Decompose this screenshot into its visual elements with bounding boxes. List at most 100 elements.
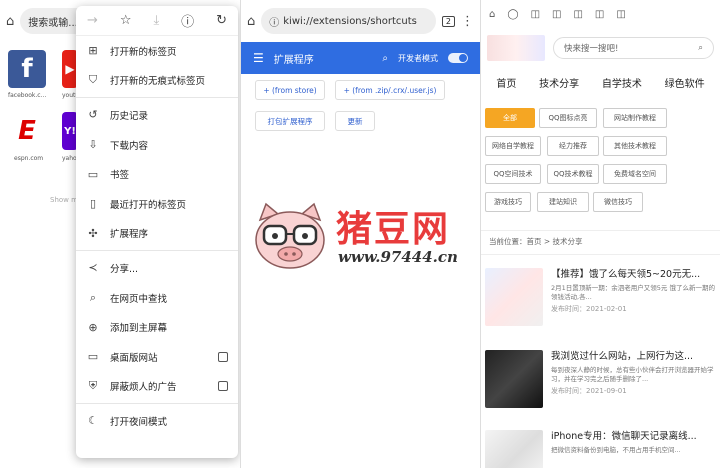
- download-icon: ⇩: [88, 138, 98, 152]
- info-icon[interactable]: ⓘ: [181, 11, 194, 30]
- menu-item[interactable]: ▯ 最近打开的标签页: [76, 189, 238, 219]
- checkbox[interactable]: [218, 351, 228, 362]
- tab-strip: ⌂ ◯ ◫ ◫ ◫ ◫ ◫: [481, 0, 720, 28]
- tag-chip[interactable]: 网络自学教程: [485, 136, 541, 156]
- button-label: + (from .zip/.crx/.user.js): [343, 85, 437, 95]
- yahoo-icon: Y!: [64, 125, 76, 137]
- url-bar[interactable]: ⓘ kiwi://extensions/shortcuts: [261, 8, 436, 34]
- refresh-icon[interactable]: ↻: [216, 13, 227, 28]
- menu-item[interactable]: ✣ 扩展程序: [76, 219, 238, 249]
- plus-box-icon: ⊞: [88, 44, 98, 58]
- top-bar: ⌂ ⓘ kiwi://extensions/shortcuts 2 ⋮: [241, 0, 480, 42]
- search-icon[interactable]: ⌕: [698, 43, 703, 53]
- tag-chip[interactable]: 经力推荐: [547, 136, 599, 156]
- tab-icon[interactable]: ◫: [616, 9, 625, 20]
- article-item[interactable]: 【推荐】饿了么每天领5~20元无... 2月1日置顶新一期：余泗老用户又领5元 饿…: [485, 268, 717, 326]
- home-icon[interactable]: ⌂: [489, 9, 495, 20]
- article-title[interactable]: iPhone专用：微信聊天记录离线...: [551, 430, 697, 444]
- menu-item[interactable]: ⛨ 屏蔽烦人的广告: [76, 372, 238, 402]
- menu-item[interactable]: ⇩ 下载内容: [76, 130, 238, 160]
- tab-count-button[interactable]: 2: [441, 15, 455, 27]
- update-button[interactable]: 更新: [335, 111, 375, 131]
- checkbox[interactable]: [218, 381, 228, 392]
- home-icon[interactable]: ⌂: [247, 15, 255, 28]
- menu-item[interactable]: ⌕ 在网页中查找: [76, 283, 238, 313]
- menu-item[interactable]: ⊞ 打开新的标签页: [76, 36, 238, 66]
- site-search-input[interactable]: 快来搜一搜吧! ⌕: [553, 37, 714, 59]
- menu-item[interactable]: ≺ 分享...: [76, 253, 238, 283]
- star-icon[interactable]: ☆: [120, 13, 132, 28]
- nav-item[interactable]: 绿色软件: [665, 75, 705, 90]
- article-text: 我浏览过什么网站，上网行为这... 每到夜深人静的时候，总有些小伙伴会打开浏览器开…: [551, 350, 717, 408]
- tab-icon[interactable]: ◯: [507, 9, 518, 20]
- add-home-icon: ⊕: [88, 320, 98, 334]
- tag-chip[interactable]: 免费域名空间: [603, 164, 667, 184]
- article-desc: 2月1日置顶新一期：余泗老用户又领5元 饿了么新一期的领钱活动,各...: [551, 284, 715, 301]
- nav-item[interactable]: 自学技术: [602, 75, 642, 90]
- button-label: 打包扩展程序: [267, 116, 313, 126]
- tile-label: facebook.c...: [8, 92, 47, 99]
- hamburger-icon[interactable]: ☰: [253, 51, 264, 65]
- article-thumbnail[interactable]: [485, 430, 543, 468]
- tag-chip[interactable]: 游戏技巧: [485, 192, 531, 212]
- tile-facebook[interactable]: f: [8, 50, 46, 88]
- share-icon: ≺: [88, 261, 98, 275]
- download-page-icon[interactable]: ⤓: [153, 13, 159, 28]
- tag-chip[interactable]: 其他技术教程: [603, 136, 667, 156]
- more-vert-icon[interactable]: ⋮: [461, 15, 474, 28]
- site-nav: 首页 技术分享 自学技术 绿色软件: [481, 68, 720, 96]
- article-thumbnail[interactable]: [485, 268, 543, 326]
- dev-mode-toggle[interactable]: [448, 53, 468, 63]
- menu-items: ⊞ 打开新的标签页 ⛉ 打开新的无痕式标签页 ↺ 历史记录 ⇩ 下载内容 ▭ 书签 ▯ 最近打开的标签…: [76, 36, 238, 436]
- tag-chip[interactable]: QQ图标点亮: [539, 108, 597, 128]
- tab-icon[interactable]: ◫: [595, 9, 604, 20]
- menu-item-label: 在网页中查找: [110, 293, 168, 305]
- watermark-url: www.97444.cn: [338, 248, 458, 266]
- moon-icon: ☾: [88, 414, 98, 428]
- site-logo: [487, 35, 545, 61]
- tag-chip[interactable]: 微信技巧: [593, 192, 643, 212]
- search-placeholder: 快来搜一搜吧!: [564, 44, 619, 54]
- url-text: kiwi://extensions/shortcuts: [283, 15, 417, 27]
- menu-item-label: 打开新的无痕式标签页: [110, 76, 206, 88]
- tab-icon[interactable]: ◫: [552, 9, 561, 20]
- tag-chip[interactable]: 建站知识: [537, 192, 589, 212]
- menu-item[interactable]: ⛉ 打开新的无痕式标签页: [76, 66, 238, 96]
- forward-icon[interactable]: →: [87, 13, 98, 28]
- tag-chip[interactable]: 全部: [485, 108, 535, 128]
- youtube-icon: ▶: [65, 62, 75, 76]
- nav-item[interactable]: 首页: [496, 75, 516, 90]
- menu-item-label: 下载内容: [110, 140, 149, 152]
- menu-item[interactable]: ▭ 桌面版网站: [76, 342, 238, 372]
- tile-espn[interactable]: E: [8, 112, 46, 150]
- article-thumbnail[interactable]: [485, 350, 543, 408]
- menu-item[interactable]: ↺ 历史记录: [76, 100, 238, 130]
- pig-logo-icon: [255, 202, 325, 269]
- tab-icon[interactable]: ◫: [573, 9, 582, 20]
- article-text: iPhone专用：微信聊天记录离线... 把微信资料备份到电脑，不用占用手机空间.…: [551, 430, 697, 468]
- article-title[interactable]: 我浏览过什么网站，上网行为这...: [551, 350, 717, 364]
- menu-item-label: 屏蔽烦人的广告: [110, 382, 177, 394]
- menu-item[interactable]: ⊕ 添加到主屏幕: [76, 312, 238, 342]
- menu-separator: [76, 97, 238, 99]
- article-item[interactable]: iPhone专用：微信聊天记录离线... 把微信资料备份到电脑，不用占用手机空间.…: [485, 430, 717, 468]
- info-icon: ⓘ: [269, 17, 280, 29]
- menu-item[interactable]: ☾ 打开夜间模式: [76, 406, 238, 436]
- tag-chip[interactable]: 网站制作教程: [603, 108, 667, 128]
- home-icon[interactable]: ⌂: [6, 15, 14, 28]
- tab-icon[interactable]: ◫: [531, 9, 540, 20]
- menu-item[interactable]: ▭ 书签: [76, 159, 238, 189]
- article-title[interactable]: 【推荐】饿了么每天领5~20元无...: [551, 268, 717, 282]
- menu-toolbar: → ☆ ⤓ ⓘ ↻: [76, 6, 238, 36]
- add-from-store-button[interactable]: + (from store): [255, 80, 325, 100]
- divider: [481, 254, 720, 255]
- tag-chip[interactable]: QQ空间技术: [485, 164, 541, 184]
- show-more-link[interactable]: Show m: [50, 196, 78, 204]
- pack-extension-button[interactable]: 打包扩展程序: [255, 111, 325, 131]
- add-from-zip-button[interactable]: + (from .zip/.crx/.user.js): [335, 80, 445, 100]
- tag-chip[interactable]: QQ技术教程: [547, 164, 599, 184]
- nav-item[interactable]: 技术分享: [539, 75, 579, 90]
- search-icon[interactable]: ⌕: [382, 53, 388, 64]
- desktop-icon: ▭: [87, 350, 99, 364]
- article-item[interactable]: 我浏览过什么网站，上网行为这... 每到夜深人静的时候，总有些小伙伴会打开浏览器开…: [485, 350, 717, 408]
